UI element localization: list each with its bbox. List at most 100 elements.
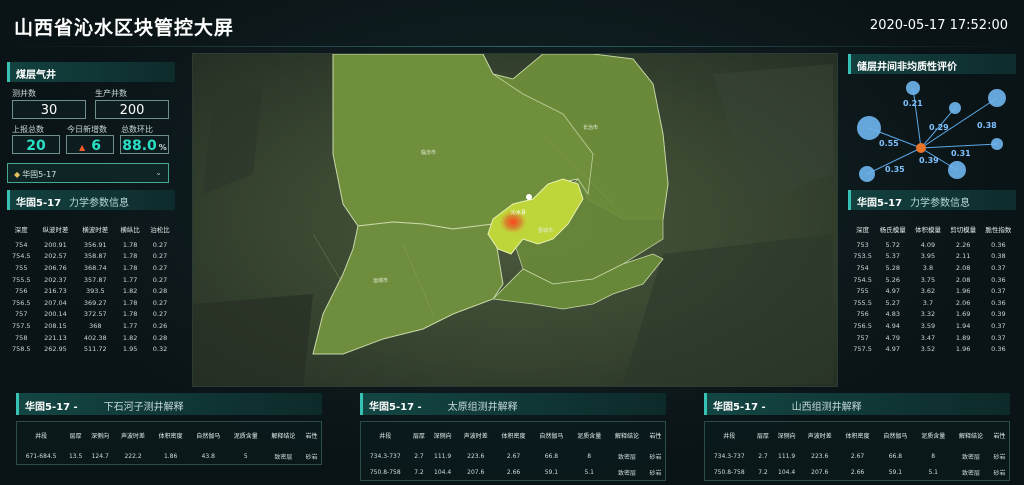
table-cell: 5.28 <box>885 263 901 272</box>
bottom-panel-2-title-text: 华固5-17 - <box>369 402 422 413</box>
chart-bubble[interactable] <box>906 81 920 95</box>
table-cell: 753 <box>856 240 869 249</box>
table-cell: 0.27 <box>152 275 168 284</box>
table-cell: 3.62 <box>920 287 936 296</box>
chart-bubble[interactable] <box>857 116 881 140</box>
bottom-col-header: 井段 <box>35 432 48 440</box>
table-cell: 1.78 <box>122 263 138 272</box>
left-table-header: 深度 纵波时差 横波时差 横纵比 泊松比 <box>7 219 175 239</box>
table-cell: 5.1 <box>584 468 594 476</box>
right-table-subtitle: 力学参数信息 <box>910 198 971 209</box>
location-pin-icon[interactable] <box>526 194 532 200</box>
table-cell: 1.78 <box>122 252 138 261</box>
table-cell: 207.6 <box>467 468 485 476</box>
table-cell: 2.08 <box>955 275 971 284</box>
table-cell: 8 <box>931 452 936 460</box>
new-today-label: 今日新增数 <box>67 125 107 134</box>
table-cell: 750.8-758 <box>369 468 401 476</box>
bottom-col-header: 井段 <box>379 432 392 440</box>
table-cell: 1.82 <box>122 287 138 296</box>
left-table-col-header: 横波时差 <box>82 226 109 234</box>
bottom-col-header: 岩性 <box>993 432 1006 440</box>
bottom-col-header: 深侧向 <box>777 432 796 440</box>
chart-bubble[interactable] <box>988 89 1006 107</box>
header: 山西省沁水区块管控大屏 2020-05-17 17:52:00 <box>0 0 1024 48</box>
table-cell: 致密层 <box>962 469 981 477</box>
table-cell: 1.78 <box>122 298 138 307</box>
table-cell: 223.6 <box>467 452 485 460</box>
table-cell: 0.27 <box>152 252 168 261</box>
table-cell: 致密层 <box>274 453 293 461</box>
table-cell: 511.72 <box>83 345 107 354</box>
table-cell: 369.27 <box>83 298 107 307</box>
table-cell: 200.14 <box>44 310 67 319</box>
bottom-col-header: 岩性 <box>305 432 318 440</box>
table-cell: 5.1 <box>928 468 938 476</box>
table-row: 755.5 202.37 357.87 1.77 0.27 <box>7 274 175 286</box>
chart-bubble[interactable] <box>949 102 961 114</box>
table-cell: 0.28 <box>152 333 168 342</box>
table-cell: 砂岩 <box>649 453 662 461</box>
right-table-title-text: 华固5-17 <box>857 198 903 209</box>
bottom-col-header: 井段 <box>723 432 736 440</box>
well-select-value: 华固5-17 <box>22 170 57 179</box>
table-cell: 2.06 <box>955 298 971 307</box>
chart-bubble[interactable] <box>859 166 875 182</box>
table-cell: 0.27 <box>152 298 168 307</box>
table-cell: 1.89 <box>955 333 971 342</box>
table-row: 757 4.79 3.47 1.89 0.37 <box>850 332 1016 344</box>
table-cell: 104.4 <box>434 468 452 476</box>
table-cell: 734.3-737 <box>713 452 745 460</box>
map-label-jincheng: 晋城市 <box>538 227 553 234</box>
table-cell: 356.91 <box>83 240 107 249</box>
bottom-table-2-header: 井段 层厚 深侧向 声波时差 体积密度 自然伽马 泥质含量 解释结论 岩性 <box>361 422 665 448</box>
table-cell: 0.32 <box>152 345 168 354</box>
well-select[interactable]: ◆ 华固5-17 ⌄ <box>7 163 169 183</box>
table-cell: 754 <box>856 263 869 272</box>
bottom-col-header: 泥质含量 <box>233 432 258 440</box>
chart-bubble[interactable] <box>948 161 966 179</box>
table-row: 757.5 208.15 368 1.77 0.26 <box>7 320 175 332</box>
table-cell: 755 <box>15 263 28 272</box>
table-cell: 756.5 <box>11 298 31 307</box>
chart-bubble[interactable] <box>991 138 1003 150</box>
table-cell: 208.15 <box>44 321 67 330</box>
table-cell: 2.26 <box>955 240 971 249</box>
bottom-panel-1-subtitle: 下石河子测井解释 <box>103 402 184 413</box>
bottom-panel-3: 华固5-17 - 山西组测井解释 井段 层厚 深侧向 声波时差 体积密度 自然伽马 泥质含量 解… <box>704 393 1010 485</box>
table-row: 755.5 5.27 3.7 2.06 0.36 <box>850 297 1016 309</box>
table-cell: 756 <box>856 310 869 319</box>
table-cell: 0.27 <box>152 263 168 272</box>
table-cell: 0.37 <box>991 333 1006 342</box>
bottom-table-1-header: 井段 层厚 深侧向 声波时差 体积密度 自然伽马 泥质含量 解释结论 岩性 <box>17 422 321 448</box>
map-label-yuncheng: 运城市 <box>373 277 388 284</box>
gas-wells-title-text: 煤层气井 <box>16 70 56 81</box>
table-cell: 2.11 <box>955 252 971 261</box>
table-cell: 0.37 <box>991 287 1006 296</box>
table-cell: 0.26 <box>152 321 168 330</box>
well-select-icon: ◆ <box>14 170 21 179</box>
table-cell: 致密层 <box>962 453 981 461</box>
table-cell: 754.5 <box>11 252 31 261</box>
table-cell: 753.5 <box>853 252 872 261</box>
bottom-col-header: 泥质含量 <box>577 432 602 440</box>
reported-label: 上报总数 <box>12 125 44 134</box>
map[interactable]: 临汾市 长治市 晋城市 运城市 沁水县 <box>192 53 838 387</box>
table-cell: 致密层 <box>618 469 637 477</box>
table-cell: 757.5 <box>11 321 31 330</box>
table-cell: 207.6 <box>811 468 829 476</box>
bottom-col-header: 岩性 <box>649 432 662 440</box>
table-cell: 357.87 <box>83 275 107 284</box>
table-cell: 5.37 <box>885 252 901 261</box>
table-cell: 0.27 <box>152 310 168 319</box>
table-row: 756 4.83 3.32 1.69 0.39 <box>850 309 1016 321</box>
right-table-col-header: 深度 <box>856 226 870 234</box>
new-today-value: 6 <box>91 138 101 154</box>
table-cell: 111.9 <box>434 452 452 460</box>
table-cell: 202.57 <box>44 252 67 261</box>
table-cell: 4.94 <box>885 321 901 330</box>
left-table-col-header: 深度 <box>14 226 28 234</box>
table-cell: 750.8-758 <box>713 468 745 476</box>
ratio-box: 88.0% <box>120 135 169 154</box>
table-cell: 1.78 <box>122 240 138 249</box>
